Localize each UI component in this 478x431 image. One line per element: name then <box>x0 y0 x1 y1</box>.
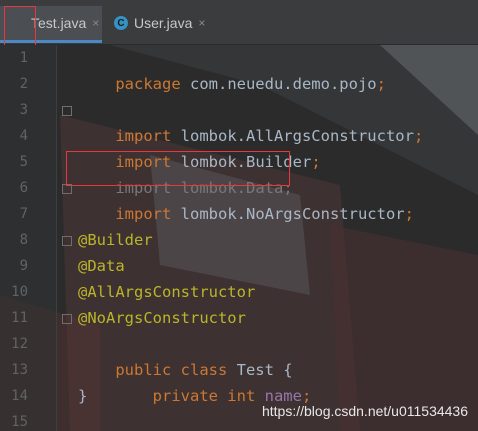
line-number: 6 <box>19 180 28 196</box>
line-number: 1 <box>19 50 28 66</box>
fold-marker-icon[interactable] <box>62 106 72 116</box>
line-number: 14 <box>11 388 28 404</box>
line-number: 7 <box>19 206 28 222</box>
line-number: 5 <box>19 154 28 170</box>
close-icon[interactable]: × <box>92 16 99 30</box>
code-line-import: import lombok.AllArgsConstructor; <box>115 127 424 145</box>
code-editor[interactable]: 1 2 3 4 5 6 7 8 9 10 11 12 13 14 15 pack… <box>0 45 478 431</box>
code-line-annotation: @AllArgsConstructor <box>78 283 256 301</box>
highlight-box <box>66 151 290 186</box>
line-number: 8 <box>19 232 28 248</box>
code-line-field: private int name; <box>152 387 312 405</box>
java-class-icon: C <box>114 16 128 30</box>
tab-user-java[interactable]: C User.java × <box>104 6 224 40</box>
line-number: 4 <box>19 128 28 144</box>
line-number: 2 <box>19 76 28 92</box>
code-line-annotation: @Data <box>78 257 125 275</box>
highlight-box <box>4 6 36 46</box>
line-number: 15 <box>11 414 28 430</box>
code-line-import: import lombok.Builder; <box>115 153 321 171</box>
tab-label: Test.java <box>31 15 87 31</box>
code-line-class-declaration: public class Test { <box>115 361 293 379</box>
fold-marker-icon[interactable] <box>62 236 72 246</box>
line-number: 3 <box>19 102 28 118</box>
editor-tab-bar: Test.java × C User.java × <box>0 0 478 45</box>
fold-marker-icon[interactable] <box>62 314 72 324</box>
line-number: 10 <box>11 284 28 300</box>
line-number: 9 <box>19 258 28 274</box>
line-number: 11 <box>11 310 28 326</box>
code-line-annotation: @NoArgsConstructor <box>78 309 246 327</box>
code-line-annotation: @Builder <box>78 231 153 249</box>
line-number: 13 <box>11 362 28 378</box>
code-line-close-brace: } <box>78 387 88 405</box>
line-number: 12 <box>11 336 28 352</box>
close-icon[interactable]: × <box>198 16 205 30</box>
code-line-package: package com.neuedu.demo.pojo; <box>115 75 386 93</box>
watermark-text: https://blog.csdn.net/u011534436 <box>261 403 468 419</box>
tab-label: User.java <box>134 15 193 31</box>
